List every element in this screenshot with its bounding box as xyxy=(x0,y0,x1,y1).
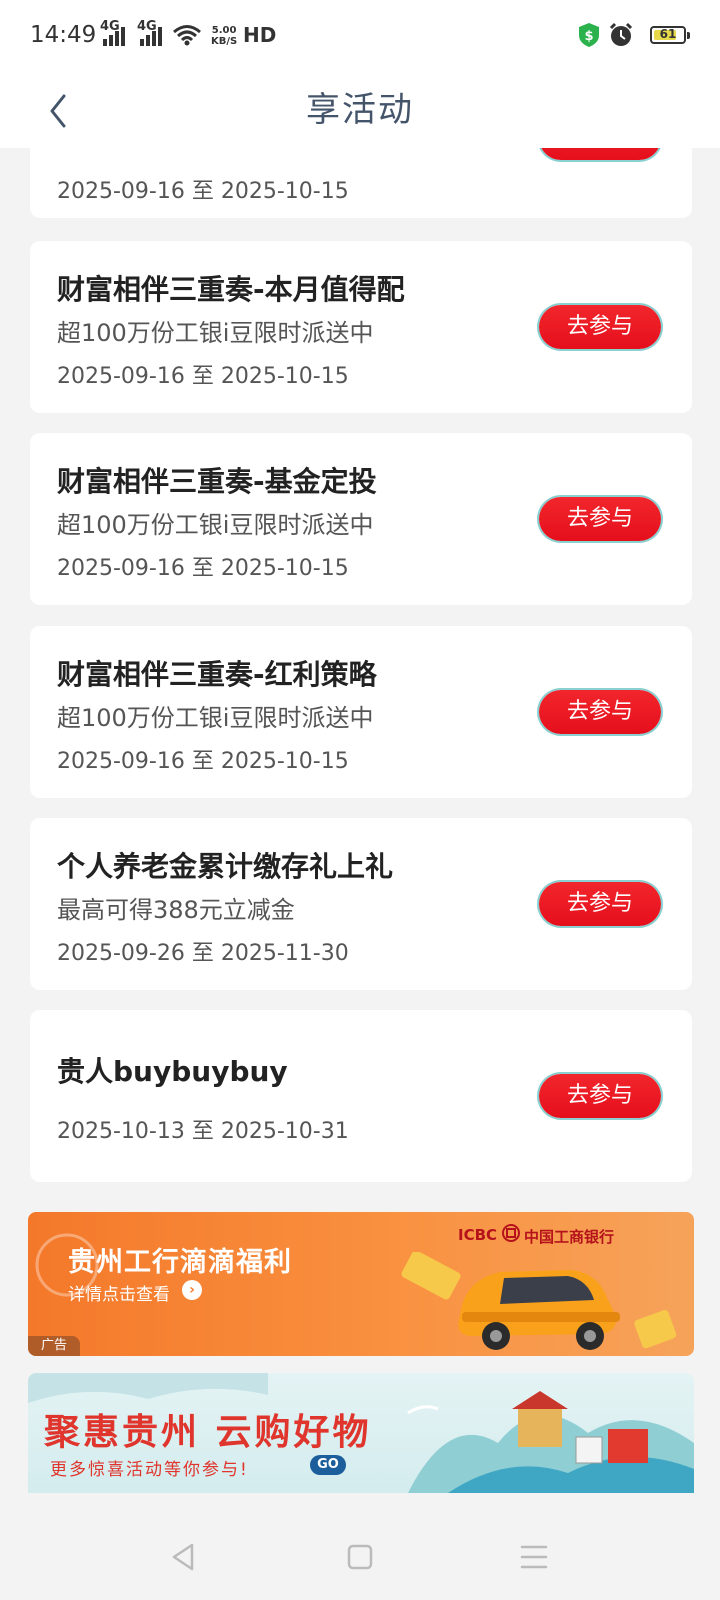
banner-subtitle: 更多惊喜活动等你参与! xyxy=(50,1460,249,1480)
wifi-icon xyxy=(173,25,201,46)
didi-promo-banner[interactable]: 贵州工行滴滴福利 详情点击查看 › ICBC 中国工商银行 广告 xyxy=(28,1212,694,1356)
activity-card[interactable]: 财富相伴三重奏-红利策略 超100万份工银i豆限时派送中 2025-09-16 … xyxy=(30,626,692,798)
nav-home-button[interactable] xyxy=(340,1537,380,1577)
car-icon xyxy=(458,1270,620,1350)
join-button[interactable] xyxy=(539,148,661,160)
menu-lines-icon xyxy=(520,1545,548,1569)
join-button[interactable]: 去参与 xyxy=(539,690,661,734)
activity-list[interactable]: 2025-09-16 至 2025-10-15 财富相伴三重奏-本月值得配 超1… xyxy=(0,148,720,1515)
nav-menu-button[interactable] xyxy=(514,1537,554,1577)
activity-card[interactable]: 个人养老金累计缴存礼上礼 最高可得388元立减金 2025-09-26 至 20… xyxy=(30,818,692,990)
svg-text:$: $ xyxy=(584,29,593,44)
activity-date: 2025-09-16 至 2025-10-15 xyxy=(57,364,349,389)
banner-subtitle: 详情点击查看 xyxy=(68,1285,170,1305)
join-button[interactable]: 去参与 xyxy=(539,1074,661,1118)
battery-level: 61 xyxy=(659,27,677,41)
battery-icon: 61 xyxy=(650,26,690,44)
nav-back-button[interactable] xyxy=(164,1537,204,1577)
activity-card[interactable]: 财富相伴三重奏-本月值得配 超100万份工银i豆限时派送中 2025-09-16… xyxy=(30,241,692,413)
banner-title: 聚惠贵州 云购好物 xyxy=(44,1411,372,1453)
activity-card[interactable]: 贵人buybuybuy 2025-10-13 至 2025-10-31 去参与 xyxy=(30,1010,692,1182)
banner-title: 贵州工行滴滴福利 xyxy=(68,1247,292,1278)
status-time: 14:49 xyxy=(30,22,97,48)
system-nav-bar xyxy=(0,1515,720,1600)
signal-bars-2-icon xyxy=(140,24,164,46)
shopping-promo-banner[interactable]: 聚惠贵州 云购好物 更多惊喜活动等你参与! GO xyxy=(28,1373,694,1493)
icbc-logo-cn: 中国工商银行 xyxy=(524,1228,615,1246)
activity-subtitle: 超100万份工银i豆限时派送中 xyxy=(57,319,374,347)
activity-subtitle: 超100万份工银i豆限时派送中 xyxy=(57,511,374,539)
square-home-icon xyxy=(347,1544,373,1570)
net-speed-unit: KB/S xyxy=(211,36,238,47)
go-button[interactable]: GO xyxy=(310,1455,346,1475)
chevron-right-circle-icon: › xyxy=(182,1280,202,1300)
activity-date: 2025-09-16 至 2025-10-15 xyxy=(57,749,349,774)
activity-title: 财富相伴三重奏-基金定投 xyxy=(57,465,377,498)
triangle-back-icon xyxy=(172,1543,194,1571)
activity-date: 2025-09-16 至 2025-10-15 xyxy=(57,179,349,204)
activity-date: 2025-09-16 至 2025-10-15 xyxy=(57,556,349,581)
activity-date: 2025-09-26 至 2025-11-30 xyxy=(57,941,349,966)
hd-indicator: HD xyxy=(243,23,277,47)
net-speed-value: 5.00 xyxy=(211,25,237,36)
join-button[interactable]: 去参与 xyxy=(539,497,661,541)
alarm-icon xyxy=(609,22,633,46)
activity-title: 个人养老金累计缴存礼上礼 xyxy=(57,850,394,883)
status-bar: 14:49 4G 4G 5.00 KB/S HD $ 61 xyxy=(0,0,720,72)
activity-title: 财富相伴三重奏-红利策略 xyxy=(57,658,377,691)
activity-date: 2025-10-13 至 2025-10-31 xyxy=(57,1119,349,1144)
ad-label: 广告 xyxy=(28,1336,80,1356)
activity-card-partial[interactable]: 2025-09-16 至 2025-10-15 xyxy=(30,148,692,218)
page-header: 享活动 xyxy=(0,72,720,148)
activity-subtitle: 最高可得388元立减金 xyxy=(57,896,295,924)
activity-subtitle: 超100万份工银i豆限时派送中 xyxy=(57,704,374,732)
join-button[interactable]: 去参与 xyxy=(539,305,661,349)
icbc-logo-icon xyxy=(502,1224,520,1242)
activity-card[interactable]: 财富相伴三重奏-基金定投 超100万份工银i豆限时派送中 2025-09-16 … xyxy=(30,433,692,605)
ticket-icon xyxy=(634,1309,677,1349)
net-speed: 5.00 KB/S xyxy=(211,25,237,47)
activity-title: 财富相伴三重奏-本月值得配 xyxy=(57,273,405,306)
signal-bars-1-icon xyxy=(103,24,127,46)
icbc-logo-en: ICBC xyxy=(458,1226,498,1244)
join-button[interactable]: 去参与 xyxy=(539,882,661,926)
shield-dollar-icon: $ xyxy=(579,23,599,47)
page-title: 享活动 xyxy=(306,90,414,130)
activity-title: 贵人buybuybuy xyxy=(57,1055,288,1088)
